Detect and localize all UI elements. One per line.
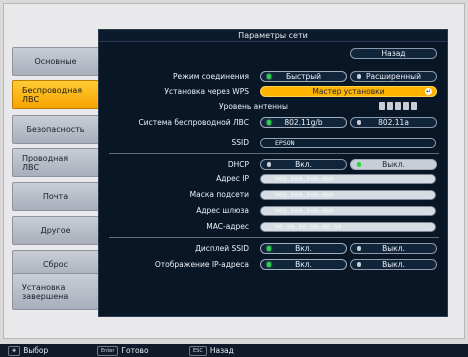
ip-display-off-option[interactable]: Выкл. [350,259,437,270]
sidebar-item-label: Другое [40,226,71,235]
gateway-field[interactable]: 000.000.000.000 [260,206,436,216]
sidebar-item-label: Почта [42,192,69,201]
ssid-display-off-option[interactable]: Выкл. [350,243,437,254]
sidebar-item-setup-complete[interactable]: Установка завершена [12,273,99,310]
wireless-system-80211a-option[interactable]: 802.11a [350,117,437,128]
panel-title: Параметры сети [99,30,447,42]
network-settings-panel: Параметры сети Назад Режим соединения Бы… [98,29,448,317]
dpad-icon: ✥ [8,346,21,356]
ssid-display-row: Дисплей SSID Вкл. Выкл. [99,243,449,255]
wps-label: Установка через WPS [164,87,249,96]
selected-indicator-icon [267,74,271,79]
unselected-indicator-icon [357,74,361,79]
divider [109,153,439,154]
dhcp-off-option[interactable]: Выкл. [350,159,437,170]
sidebar-item-wireless-lan[interactable]: Беспроводная ЛВС [12,80,99,109]
unselected-indicator-icon [267,162,271,167]
mac-address-field: 00.00.00.00.00.00 [260,222,436,232]
selected-indicator-icon [267,246,271,251]
sidebar-item-basic[interactable]: Основные [12,47,99,76]
unselected-indicator-icon [357,120,361,125]
selected-indicator-icon [267,120,271,125]
selected-indicator-icon [267,262,271,267]
subnet-mask-row: Маска подсети 000.000.000.000 [99,189,449,201]
back-button[interactable]: Назад [350,48,437,59]
ip-display-row: Отображение IP-адреса Вкл. Выкл. [99,259,449,271]
connection-mode-row: Режим соединения Быстрый Расширенный [99,71,449,83]
connection-mode-advanced-option[interactable]: Расширенный [350,71,437,82]
sidebar-item-wired-lan[interactable]: Проводная ЛВС [12,148,99,177]
subnet-mask-field[interactable]: 000.000.000.000 [260,190,436,200]
sidebar-item-label: Сброс [43,260,68,269]
sidebar-item-mail[interactable]: Почта [12,182,99,211]
ssid-display-label: Дисплей SSID [195,244,249,253]
dhcp-label: DHCP [227,160,249,169]
antenna-row: Уровень антенны [99,101,449,113]
connection-mode-quick-option[interactable]: Быстрый [260,71,347,82]
subnet-mask-label: Маска подсети [189,190,249,199]
wireless-system-80211gb-option[interactable]: 802.11g/b [260,117,347,128]
sidebar-item-label: Установка завершена [22,282,69,301]
unselected-indicator-icon [357,246,361,251]
enter-icon: ↵ [425,88,432,95]
mac-address-row: MAC-адрес 00.00.00.00.00.00 [99,221,449,233]
sidebar-item-label: Беспроводная ЛВС [22,85,83,104]
antenna-label: Уровень антенны [219,102,288,111]
sidebar-item-label: Проводная ЛВС [22,153,69,172]
gateway-label: Адрес шлюза [196,206,249,215]
dhcp-on-option[interactable]: Вкл. [260,159,347,170]
wps-setup-wizard-button[interactable]: Мастер установки ↵ [260,86,437,97]
esc-key-icon: ESC [189,346,207,356]
selected-indicator-icon [357,162,361,167]
enter-hint: Enter Готово [97,346,149,356]
sidebar-item-security[interactable]: Безопасность [12,115,99,144]
ssid-display-on-option[interactable]: Вкл. [260,243,347,254]
select-hint: ✥ Выбор [8,346,48,356]
ip-display-label: Отображение IP-адреса [154,260,249,269]
ip-address-field[interactable]: 000.000.000.000 [260,174,436,184]
sidebar-item-other[interactable]: Другое [12,216,99,245]
mac-address-label: MAC-адрес [206,222,249,231]
enter-key-icon: Enter [97,346,119,356]
sidebar-item-label: Основные [34,57,77,66]
ip-address-row: Адрес IP 000.000.000.000 [99,173,449,185]
ssid-row: SSID EPSON [99,137,449,149]
ssid-input[interactable]: EPSON [260,138,436,148]
wireless-system-row: Система беспроводной ЛВС 802.11g/b 802.1… [99,117,449,129]
connection-mode-label: Режим соединения [172,72,249,81]
gateway-row: Адрес шлюза 000.000.000.000 [99,205,449,217]
esc-hint: ESC Назад [189,346,234,356]
ip-display-on-option[interactable]: Вкл. [260,259,347,270]
sidebar-item-label: Безопасность [26,125,85,134]
ssid-label: SSID [231,138,249,147]
dhcp-row: DHCP Вкл. Выкл. [99,159,449,171]
wps-row: Установка через WPS Мастер установки ↵ [99,86,449,98]
wireless-system-label: Система беспроводной ЛВС [138,118,249,127]
unselected-indicator-icon [357,262,361,267]
ip-address-label: Адрес IP [216,174,249,183]
divider [109,237,439,238]
hint-bar: ✥ Выбор Enter Готово ESC Назад [0,344,468,357]
